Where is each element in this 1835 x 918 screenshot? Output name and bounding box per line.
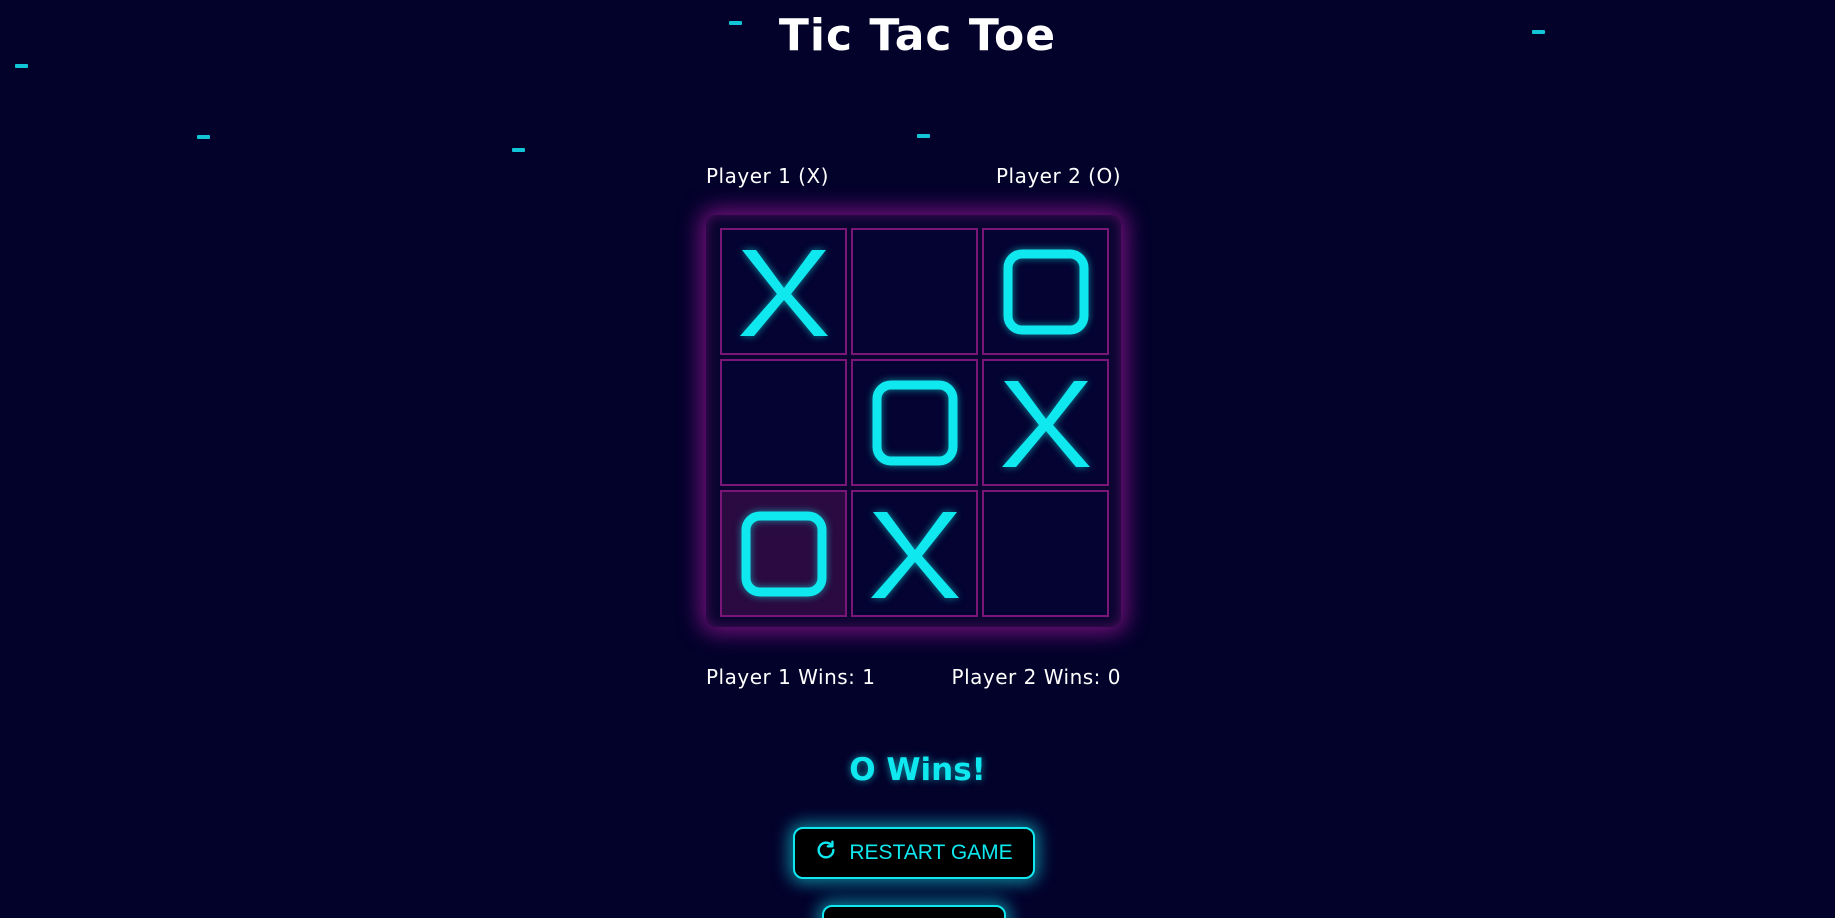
decorative-dash [512,148,525,152]
page-title: Tic Tac Toe [778,10,1057,61]
game-result: O Wins! [849,752,986,788]
x-mark [1001,380,1090,467]
restart-button[interactable]: RESTART GAME [793,827,1035,879]
player-labels: Player 1 (X) Player 2 (O) [706,164,1121,188]
player-2-label: Player 2 (O) [995,164,1121,188]
board-cell[interactable] [982,228,1109,355]
restart-button-label: RESTART GAME [849,841,1013,864]
board-grid [720,228,1109,618]
board-cell[interactable] [851,359,978,486]
board-cell[interactable] [720,359,847,486]
o-mark [741,511,826,596]
o-mark [1003,249,1088,334]
board-cell[interactable] [720,228,847,355]
player-1-label: Player 1 (X) [706,164,829,188]
game-board [706,215,1121,627]
board-cell[interactable] [851,228,978,355]
player-1-wins: Player 1 Wins: 1 [706,665,876,689]
decorative-dash [197,135,210,139]
refresh-icon [815,839,837,867]
board-cell[interactable] [982,359,1109,486]
secondary-button[interactable] [822,905,1006,918]
score-board: Player 1 Wins: 1 Player 2 Wins: 0 [706,665,1121,689]
x-mark [870,511,959,598]
o-mark [872,380,957,465]
board-cell[interactable] [851,490,978,617]
decorative-dash [15,64,28,68]
board-cell[interactable] [720,490,847,617]
x-mark [739,249,828,336]
player-2-wins: Player 2 Wins: 0 [951,665,1121,689]
game-page: Tic Tac Toe Player 1 (X) Player 2 (O) Pl… [0,0,1835,918]
board-cell[interactable] [982,490,1109,617]
decorative-dash [917,134,930,138]
